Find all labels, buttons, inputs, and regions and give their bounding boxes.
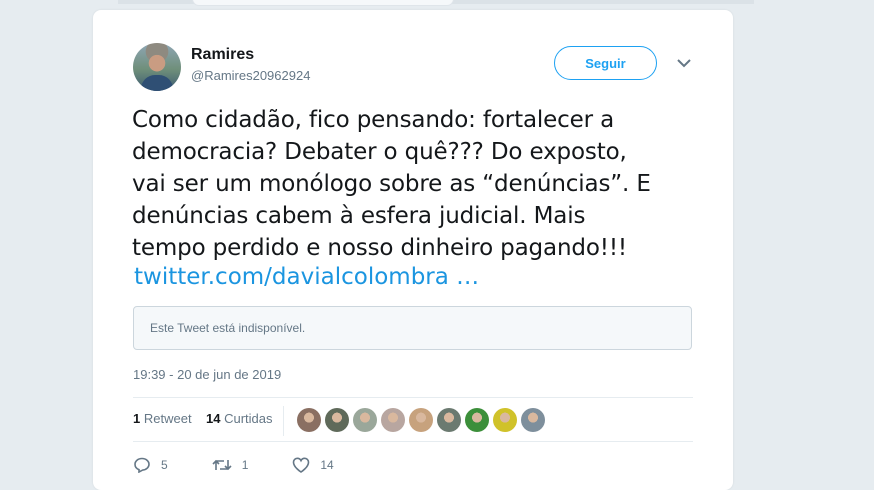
tweet-link[interactable]: twitter.com/davialcolombra …: [134, 264, 479, 290]
liker-avatar[interactable]: [493, 408, 517, 432]
reply-icon: [134, 457, 150, 473]
reply-count: 5: [161, 458, 168, 472]
likes-label[interactable]: Curtidas: [224, 411, 272, 426]
liker-avatar[interactable]: [409, 408, 433, 432]
tweet-actions: 5 1 14: [133, 457, 378, 473]
liker-avatar[interactable]: [381, 408, 405, 432]
retweet-icon: [212, 459, 232, 471]
tweet-text: Como cidadão, fico pensando: fortalecer …: [132, 107, 651, 261]
liker-avatar[interactable]: [325, 408, 349, 432]
quoted-tweet-unavailable: Este Tweet está indisponível.: [133, 306, 692, 350]
background-search-bar: [192, 0, 454, 6]
liker-avatars: [297, 408, 545, 432]
avatar[interactable]: [133, 43, 181, 91]
divider: [133, 441, 693, 442]
stats-separator: [283, 406, 284, 436]
divider: [133, 397, 693, 398]
author-handle[interactable]: @Ramires20962924: [191, 68, 310, 83]
follow-button[interactable]: Seguir: [554, 46, 657, 80]
liker-avatar[interactable]: [521, 408, 545, 432]
liker-avatar[interactable]: [465, 408, 489, 432]
liker-avatar[interactable]: [437, 408, 461, 432]
like-action[interactable]: 14: [292, 457, 334, 473]
engagement-stats: 1 Retweet 14 Curtidas: [133, 411, 273, 426]
author-name[interactable]: Ramires: [191, 46, 254, 64]
like-count: 14: [320, 458, 334, 472]
liker-avatar[interactable]: [297, 408, 321, 432]
likes-count[interactable]: 14: [206, 411, 220, 426]
retweet-count: 1: [241, 458, 249, 472]
retweet-action[interactable]: 1: [212, 457, 249, 473]
retweets-count[interactable]: 1: [133, 411, 140, 426]
heart-icon: [293, 457, 310, 473]
retweets-label[interactable]: Retweet: [144, 411, 192, 426]
tweet-card: Ramires @Ramires20962924 Seguir Como cid…: [93, 10, 733, 490]
chevron-down-icon[interactable]: [677, 58, 691, 68]
liker-avatar[interactable]: [353, 408, 377, 432]
tweet-timestamp[interactable]: 19:39 - 20 de jun de 2019: [133, 367, 281, 382]
reply-action[interactable]: 5: [133, 457, 168, 473]
quoted-tweet-message: Este Tweet está indisponível.: [150, 321, 306, 335]
